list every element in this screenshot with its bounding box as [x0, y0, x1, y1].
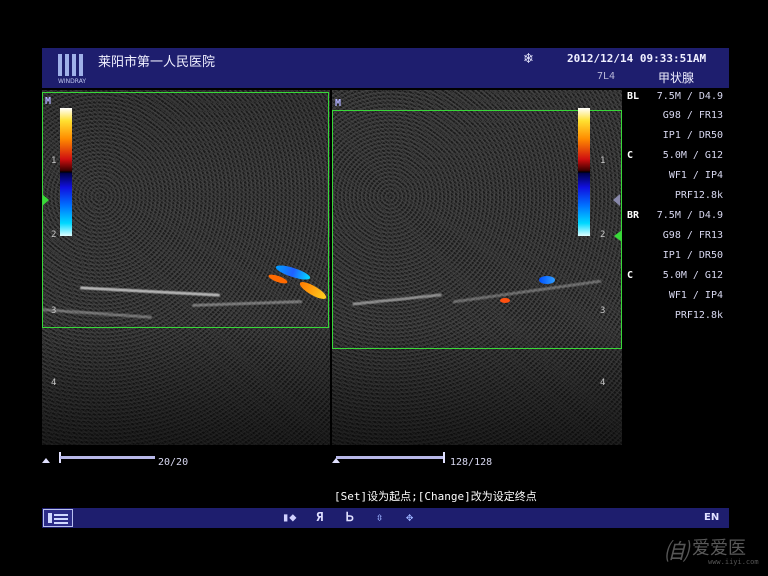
far-field-shade — [42, 325, 330, 445]
body-mark-icon[interactable]: ▮◆ — [282, 510, 296, 524]
color-scale-bar — [578, 108, 590, 236]
depth-label: 2 — [51, 230, 57, 240]
color-flow-signal — [539, 276, 555, 284]
cine-bar-right[interactable] — [336, 456, 444, 459]
focus-marker-icon — [613, 194, 620, 206]
param-row: BR 7.5M / D4.9 — [627, 210, 723, 221]
flip-vertical-icon[interactable]: Я — [316, 510, 323, 524]
exam-preset: 甲状腺 — [658, 71, 695, 85]
watermark-url: www.iiyi.com — [708, 558, 759, 566]
color-scale-bar — [60, 108, 72, 236]
left-ultrasound-image[interactable]: M 1 2 3 4 — [42, 90, 330, 445]
param-row: G98 / FR13 — [662, 110, 723, 121]
logo-icon — [58, 54, 84, 76]
depth-label: 4 — [600, 378, 606, 388]
up-down-arrows-icon[interactable]: ⇳ — [376, 510, 383, 524]
depth-label: 2 — [600, 230, 606, 240]
watermark-logo-icon: ㉂ — [664, 538, 688, 566]
logo-text: WINDRAY — [57, 78, 87, 85]
cine-start-arrow-icon — [42, 458, 50, 463]
param-row: BL 7.5M / D4.9 — [627, 91, 723, 102]
focus-marker-icon — [42, 194, 49, 206]
param-row: G98 / FR13 — [662, 230, 723, 241]
cine-cursor[interactable] — [443, 452, 445, 463]
windray-logo: WINDRAY — [52, 52, 92, 86]
screen-layout-icon[interactable] — [43, 509, 73, 527]
depth-label: 3 — [600, 306, 606, 316]
depth-label: 1 — [51, 156, 57, 166]
depth-label: 3 — [51, 306, 57, 316]
cine-frame-count: 128/128 — [450, 457, 493, 468]
flip-horizontal-icon[interactable]: Ꮟ — [346, 510, 354, 525]
param-row: PRF12.8k — [674, 190, 723, 201]
bottom-toolbar: ▮◆ Я Ꮟ ⇳ ✥ EN — [42, 508, 729, 528]
header-bar: WINDRAY 莱阳市第一人民医院 ❄ 2012/12/14 09:33:51A… — [42, 48, 729, 88]
color-flow-signal — [500, 298, 510, 303]
status-hint: [Set]设为起点;[Change]改为设定终点 — [334, 490, 537, 503]
param-row: C 5.0M / G12 — [627, 150, 723, 161]
param-row: PRF12.8k — [674, 310, 723, 321]
snowflake-icon: ❄ — [524, 49, 534, 67]
param-row: IP1 / DR50 — [662, 250, 723, 261]
probe-label: 7L4 — [597, 71, 616, 82]
four-arrows-icon[interactable]: ✥ — [406, 510, 413, 524]
watermark-text: 爱爱医 — [692, 538, 746, 559]
cine-frame-count: 20/20 — [158, 457, 189, 468]
color-roi-box[interactable] — [42, 92, 329, 328]
hospital-name: 莱阳市第一人民医院 — [98, 55, 216, 70]
param-row: WF1 / IP4 — [668, 290, 723, 301]
param-row: IP1 / DR50 — [662, 130, 723, 141]
orientation-marker: M — [335, 98, 342, 109]
cine-bar-left[interactable] — [60, 456, 155, 459]
depth-label: 4 — [51, 378, 57, 388]
date-time: 2012/12/14 09:33:51AM — [567, 52, 707, 65]
orientation-marker: M — [45, 96, 52, 107]
param-row: C 5.0M / G12 — [627, 270, 723, 281]
depth-label: 1 — [600, 156, 606, 166]
language-indicator[interactable]: EN — [704, 512, 719, 523]
param-row: WF1 / IP4 — [668, 170, 723, 181]
watermark: ㉂ 爱爱医 www.iiyi.com — [664, 530, 764, 570]
focus-marker-icon — [614, 230, 622, 242]
right-ultrasound-image[interactable]: M 1 2 3 4 — [332, 90, 622, 445]
